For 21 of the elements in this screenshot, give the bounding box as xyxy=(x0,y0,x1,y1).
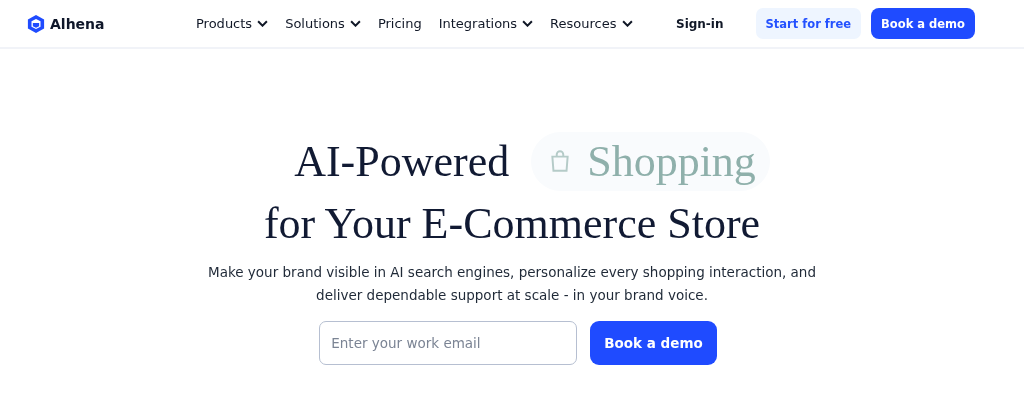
book-demo-button[interactable]: Book a demo xyxy=(871,8,975,39)
email-field[interactable]: Enter your work email xyxy=(319,321,578,365)
start-for-free-button[interactable]: Start for free xyxy=(755,8,862,39)
nav-link[interactable]: Pricing xyxy=(377,16,422,31)
nav-link[interactable]: Resources xyxy=(550,16,633,31)
rotating-word-pill: Shopping xyxy=(531,131,770,191)
nav-link[interactable]: Solutions xyxy=(285,16,361,31)
subtitle: Make your brand visible in AI search engines, personalize every shopping interaction, and deliver dependable support at scale - in your brand voice. xyxy=(207,263,817,305)
caret-icon xyxy=(349,20,361,27)
caret-icon xyxy=(621,20,633,27)
caret-icon xyxy=(522,20,534,27)
caret-icon xyxy=(257,20,269,27)
brand-name[interactable]: Alhena xyxy=(50,15,105,32)
headline: for Your E-Commerce Store xyxy=(263,198,761,249)
shopping-bag-icon xyxy=(549,149,572,173)
book-demo-button[interactable]: Book a demo xyxy=(590,321,717,365)
sign-in-link[interactable]: Sign-in xyxy=(676,16,724,31)
nav-link[interactable]: Integrations xyxy=(438,16,534,31)
nav-link[interactable]: Products xyxy=(196,16,269,31)
logo-icon xyxy=(27,13,45,34)
headline: AI-Powered xyxy=(294,135,510,187)
